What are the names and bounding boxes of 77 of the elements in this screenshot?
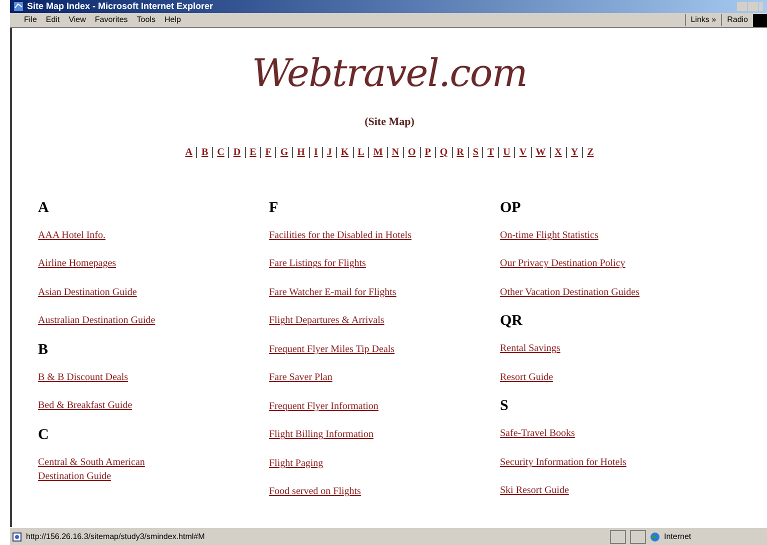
- letter-link[interactable]: C: [217, 144, 224, 160]
- sitemap-link[interactable]: Airline Homepages: [38, 257, 116, 272]
- sitemap-link[interactable]: Other Vacation Destination Guides: [500, 286, 640, 300]
- letter-link[interactable]: A: [185, 144, 192, 160]
- menu-item[interactable]: Help: [164, 14, 181, 26]
- sitemap-link[interactable]: Food served on Flights: [269, 485, 361, 500]
- letter-link[interactable]: X: [554, 144, 562, 160]
- sitemap-link[interactable]: Ski Resort Guide: [500, 484, 569, 498]
- letter-link[interactable]: Z: [587, 144, 594, 160]
- menu-item[interactable]: Edit: [46, 14, 60, 26]
- section-heading: A: [38, 198, 50, 218]
- page-subtitle: (Site Map): [364, 115, 414, 130]
- menu-item[interactable]: View: [68, 14, 86, 26]
- letter-link[interactable]: V: [519, 144, 527, 160]
- letter-link[interactable]: S: [472, 144, 478, 160]
- section-heading: OP: [500, 198, 522, 218]
- letter-link[interactable]: T: [487, 144, 494, 160]
- throbber-icon: [753, 14, 767, 26]
- sitemap-link[interactable]: Central & South American Destination Guide: [38, 456, 188, 484]
- sitemap-link[interactable]: Fare Listings for Flights: [269, 257, 366, 272]
- menu-item[interactable]: Favorites: [94, 14, 128, 26]
- letter-link[interactable]: J: [326, 144, 332, 160]
- letter-link[interactable]: K: [340, 144, 349, 160]
- section-heading: F: [269, 198, 280, 218]
- window-title: Site Map Index - Microsoft Internet Explorer: [27, 2, 214, 11]
- letter-link[interactable]: E: [250, 144, 256, 160]
- sitemap-link[interactable]: Safe-Travel Books: [500, 427, 575, 442]
- letter-link[interactable]: U: [503, 144, 510, 160]
- sitemap-link[interactable]: Frequent Flyer Miles Tip Deals: [269, 342, 395, 357]
- section-heading: B: [38, 340, 50, 360]
- letter-link[interactable]: W: [536, 144, 546, 160]
- letter-link[interactable]: O: [408, 144, 416, 160]
- letter-link[interactable]: R: [456, 144, 464, 160]
- status-panel: [610, 530, 626, 544]
- sitemap-link[interactable]: Australian Destination Guide: [38, 314, 156, 328]
- status-url: http://156.26.16.3/sitemap/study3/smindex.html#M: [26, 530, 206, 542]
- sitemap-link[interactable]: Facilities for the Disabled in Hotels: [269, 228, 412, 243]
- letter-link[interactable]: H: [297, 144, 305, 160]
- sitemap-link[interactable]: Security Information for Hotels: [500, 456, 626, 470]
- sitemap-link[interactable]: Frequent Flyer Information: [269, 400, 378, 414]
- page-icon: [12, 532, 22, 542]
- status-panel: [630, 530, 646, 544]
- letter-link[interactable]: M: [373, 144, 383, 160]
- sitemap-link[interactable]: Fare Watcher E-mail for Flights: [269, 286, 396, 300]
- site-logo: Webtravel.com: [252, 50, 527, 97]
- browser-icon: [14, 2, 23, 11]
- toolbar-link[interactable]: Links »: [684, 14, 722, 26]
- security-zone: Internet: [664, 530, 692, 542]
- menu-item[interactable]: File: [24, 14, 37, 26]
- sitemap-link[interactable]: Fare Saver Plan: [269, 371, 332, 386]
- letter-link[interactable]: F: [265, 144, 272, 160]
- sitemap-link[interactable]: AAA Hotel Info.: [38, 228, 106, 243]
- sitemap-link[interactable]: On-time Flight Statistics: [500, 228, 598, 243]
- letter-link[interactable]: I: [314, 144, 318, 160]
- globe-icon: [650, 532, 660, 542]
- letter-link[interactable]: B: [201, 144, 208, 160]
- section-heading: QR: [500, 312, 524, 331]
- letter-link[interactable]: D: [233, 144, 241, 160]
- section-heading: S: [500, 397, 510, 416]
- sitemap-link[interactable]: Rental Savings: [500, 342, 560, 356]
- sitemap-link[interactable]: Asian Destination Guide: [38, 286, 137, 300]
- sitemap-link[interactable]: Flight Paging: [269, 456, 324, 471]
- letter-link[interactable]: N: [392, 144, 399, 160]
- letter-link[interactable]: P: [424, 144, 431, 160]
- sitemap-link[interactable]: Our Privacy Destination Policy: [500, 257, 626, 272]
- window-controls[interactable]: [737, 2, 763, 11]
- letter-link[interactable]: Q: [440, 144, 448, 160]
- section-heading: C: [38, 426, 50, 444]
- sitemap-link[interactable]: Resort Guide: [500, 370, 554, 385]
- menu-item[interactable]: Tools: [136, 14, 156, 26]
- letter-link[interactable]: Y: [570, 144, 578, 160]
- letter-link[interactable]: L: [358, 144, 364, 160]
- sitemap-link[interactable]: Bed & Breakfast Guide: [38, 399, 132, 414]
- sitemap-link[interactable]: B & B Discount Deals: [38, 370, 128, 385]
- sitemap-link[interactable]: Flight Billing Information: [269, 428, 374, 442]
- letter-link[interactable]: G: [280, 144, 288, 160]
- sitemap-link[interactable]: Flight Departures & Arrivals: [269, 314, 384, 328]
